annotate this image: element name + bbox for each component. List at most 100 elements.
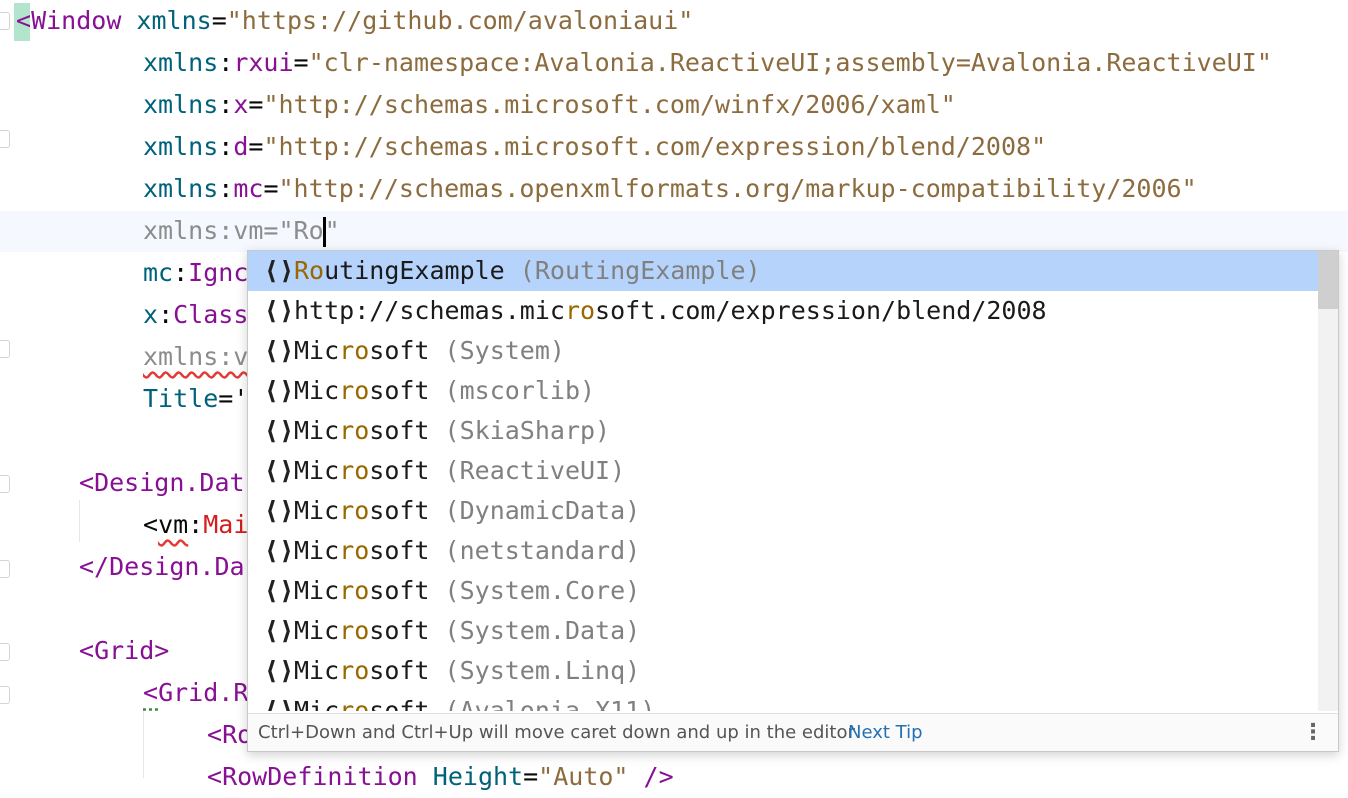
code-line-2: xmlns:rxui="clr-namespace:Avalonia.React… — [143, 48, 1272, 77]
completion-item-pre: Mic — [294, 416, 340, 445]
more-options-icon[interactable]: ⋮ — [1302, 714, 1324, 751]
code-line-5: xmlns:mc="http://schemas.openxmlformats.… — [143, 174, 1197, 203]
completion-item-match: ro — [339, 696, 370, 711]
indent-guide — [143, 710, 144, 778]
completion-item-pre: http://schemas.mic — [294, 296, 565, 325]
completion-item-post: soft.com/expression/blend/2008 — [595, 296, 1047, 325]
fold-marker-icon[interactable] — [0, 560, 10, 578]
code-line-16: <Grid> — [79, 636, 170, 665]
completion-item-match: ro — [339, 496, 370, 525]
fold-marker-icon[interactable] — [0, 475, 10, 493]
completion-item[interactable]: ⟨⟩Microsoft (System.Data) — [248, 611, 1318, 651]
completion-item-post: soft — [369, 376, 430, 405]
code-line-9: xmlns:v — [143, 342, 249, 371]
code-line-6: xmlns:vm="Ro" — [143, 216, 340, 247]
code-line-18: <Ro — [207, 720, 253, 749]
completion-item[interactable]: ⟨⟩RoutingExample (RoutingExample) — [248, 251, 1318, 291]
completion-footer: Ctrl+Down and Ctrl+Up will move caret do… — [248, 713, 1338, 751]
completion-item-pre: Mic — [294, 616, 340, 645]
completion-item[interactable]: ⟨⟩Microsoft (System.Core) — [248, 571, 1318, 611]
completion-item-match: ro — [339, 376, 370, 405]
code-line-17: <Grid.R — [143, 678, 249, 707]
namespace-icon: ⟨⟩ — [264, 696, 295, 711]
completion-item[interactable]: ⟨⟩Microsoft (netstandard) — [248, 531, 1318, 571]
completion-item-match: ro — [339, 456, 370, 485]
completion-item-hint: (System.Linq) — [429, 656, 641, 685]
namespace-icon: ⟨⟩ — [264, 376, 295, 405]
completion-item-post: soft — [369, 536, 430, 565]
completion-item[interactable]: ⟨⟩Microsoft (DynamicData) — [248, 491, 1318, 531]
completion-item[interactable]: ⟨⟩Microsoft (mscorlib) — [248, 371, 1318, 411]
completion-item-post: soft — [369, 336, 430, 365]
code-line-12: <Design.Dat — [79, 468, 245, 497]
code-line-14: </Design.Da — [79, 552, 245, 581]
namespace-icon: ⟨⟩ — [264, 456, 295, 485]
completion-popup[interactable]: ⟨⟩RoutingExample (RoutingExample) ⟨⟩http:… — [247, 250, 1339, 752]
namespace-icon: ⟨⟩ — [264, 576, 295, 605]
completion-item-match: ro — [339, 336, 370, 365]
scrollbar-thumb[interactable] — [1318, 251, 1338, 309]
fold-marker-icon[interactable] — [0, 340, 10, 358]
code-line-7: mc:Ignc — [143, 258, 249, 287]
completion-item-post: soft — [369, 656, 430, 685]
completion-item[interactable]: ⟨⟩http://schemas.microsoft.com/expressio… — [248, 291, 1318, 331]
completion-list[interactable]: ⟨⟩RoutingExample (RoutingExample) ⟨⟩http:… — [248, 251, 1318, 711]
code-line-10: Title=' — [143, 384, 249, 413]
completion-item-hint: (DynamicData) — [429, 496, 641, 525]
completion-item-hint: (SkiaSharp) — [429, 416, 611, 445]
completion-item-post: soft — [369, 416, 430, 445]
fold-marker-icon[interactable] — [0, 130, 10, 148]
completion-item-match: ro — [339, 536, 370, 565]
next-tip-link[interactable]: Next Tip — [848, 714, 923, 751]
completion-item[interactable]: ⟨⟩Microsoft (System.Linq) — [248, 651, 1318, 691]
editor-gutter — [0, 0, 12, 778]
completion-item-hint: (RoutingExample) — [504, 256, 761, 285]
code-line-4: xmlns:d="http://schemas.microsoft.com/ex… — [143, 132, 1047, 161]
completion-item-match: ro — [339, 616, 370, 645]
completion-item-hint: (System.Data) — [429, 616, 641, 645]
completion-item-pre: Mic — [294, 496, 340, 525]
namespace-icon: ⟨⟩ — [264, 416, 295, 445]
completion-item-pre: Mic — [294, 456, 340, 485]
code-line-13: <vm:Mai — [143, 510, 249, 539]
completion-item-post: utingExample — [324, 256, 505, 285]
completion-item-pre: Mic — [294, 336, 340, 365]
completion-item-pre: Mic — [294, 656, 340, 685]
completion-item-hint: (mscorlib) — [429, 376, 596, 405]
completion-item-post: soft — [369, 456, 430, 485]
namespace-icon: ⟨⟩ — [264, 336, 295, 365]
code-line-1: <Window xmlns="https://github.com/avalon… — [16, 6, 694, 35]
completion-item[interactable]: ⟨⟩Microsoft (Avalonia.X11) — [248, 691, 1318, 711]
namespace-icon: ⟨⟩ — [264, 256, 295, 285]
completion-item[interactable]: ⟨⟩Microsoft (SkiaSharp) — [248, 411, 1318, 451]
completion-item-match: Ro — [294, 256, 325, 285]
namespace-icon: ⟨⟩ — [264, 536, 295, 565]
completion-item-match: ro — [564, 296, 596, 325]
completion-item-match: ro — [339, 656, 370, 685]
completion-item-pre: Mic — [294, 376, 340, 405]
completion-item-post: soft — [369, 616, 430, 645]
fold-marker-icon[interactable] — [0, 643, 10, 661]
code-line-19: <RowDefinition Height="Auto" /> — [207, 762, 674, 791]
completion-item-hint: (System) — [429, 336, 565, 365]
completion-item-match: ro — [339, 416, 370, 445]
code-line-3: xmlns:x="http://schemas.microsoft.com/wi… — [143, 90, 956, 119]
completion-item[interactable]: ⟨⟩Microsoft (System) — [248, 331, 1318, 371]
completion-item-pre: Mic — [294, 696, 340, 711]
completion-item-match: ro — [339, 576, 370, 605]
completion-scrollbar[interactable] — [1318, 251, 1338, 711]
namespace-icon: ⟨⟩ — [264, 496, 295, 525]
completion-item[interactable]: ⟨⟩Microsoft (ReactiveUI) — [248, 451, 1318, 491]
completion-item-hint: (ReactiveUI) — [429, 456, 626, 485]
completion-item-hint: (netstandard) — [429, 536, 641, 565]
completion-item-post: soft — [369, 496, 430, 525]
footer-tip-text: Ctrl+Down and Ctrl+Up will move caret do… — [258, 722, 855, 743]
completion-item-pre: Mic — [294, 576, 340, 605]
indent-guide — [79, 500, 80, 542]
namespace-icon: ⟨⟩ — [264, 616, 295, 645]
fold-marker-icon[interactable] — [0, 12, 10, 30]
namespace-icon: ⟨⟩ — [264, 656, 295, 685]
fold-marker-icon[interactable] — [0, 686, 10, 704]
namespace-icon: ⟨⟩ — [264, 296, 295, 325]
completion-item-pre: Mic — [294, 536, 340, 565]
